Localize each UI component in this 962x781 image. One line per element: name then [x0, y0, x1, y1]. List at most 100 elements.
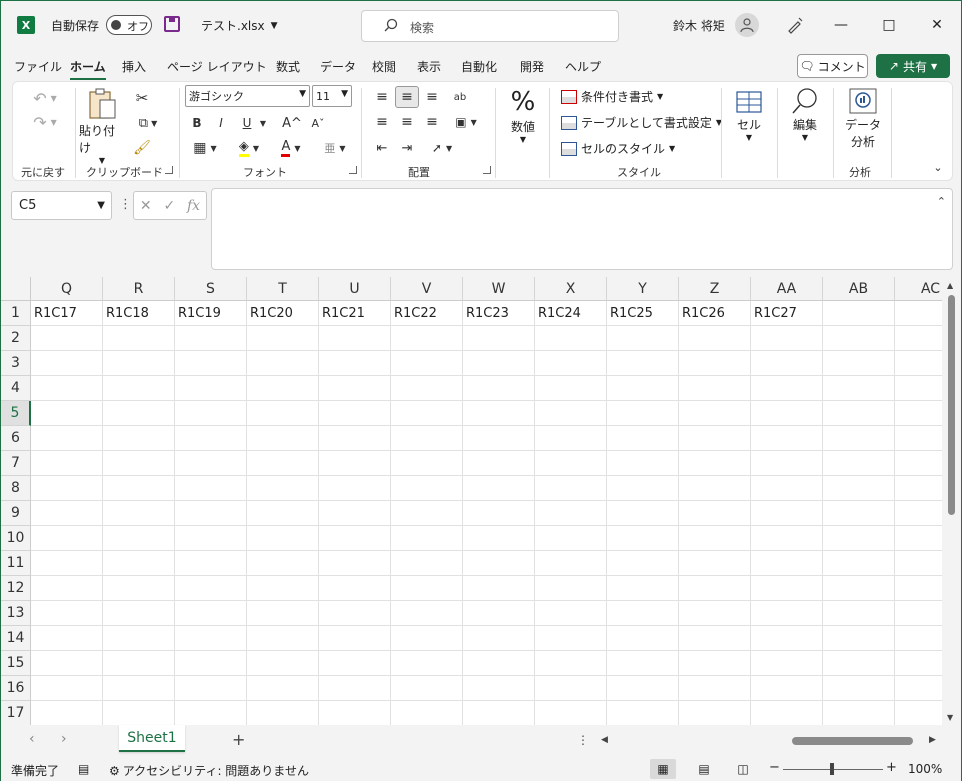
- scroll-up-icon[interactable]: ▲: [947, 281, 953, 290]
- editing-button[interactable]: 編集 ▼: [785, 86, 825, 142]
- cell[interactable]: [535, 676, 607, 701]
- cell[interactable]: [823, 401, 895, 426]
- column-header[interactable]: S: [175, 277, 247, 301]
- cell[interactable]: [103, 551, 175, 576]
- tab-data[interactable]: データ: [320, 58, 356, 75]
- cell[interactable]: [751, 351, 823, 376]
- row-header[interactable]: 8: [1, 476, 31, 501]
- paste-button[interactable]: 貼り付け ▼: [79, 88, 125, 165]
- cell[interactable]: [319, 651, 391, 676]
- cell[interactable]: [895, 501, 942, 526]
- cell[interactable]: [607, 526, 679, 551]
- cut-icon[interactable]: ✂: [131, 88, 153, 108]
- italic-button[interactable]: I: [211, 113, 231, 133]
- cell[interactable]: [895, 301, 942, 326]
- cell[interactable]: [319, 326, 391, 351]
- cell[interactable]: [391, 426, 463, 451]
- file-name[interactable]: テスト.xlsx ▼: [201, 17, 278, 34]
- cell[interactable]: [607, 576, 679, 601]
- cell[interactable]: [607, 551, 679, 576]
- cell[interactable]: [31, 426, 103, 451]
- cell[interactable]: [247, 351, 319, 376]
- cell[interactable]: [103, 601, 175, 626]
- align-top-icon[interactable]: ≡: [371, 86, 393, 108]
- cell[interactable]: [391, 626, 463, 651]
- prev-sheet-icon[interactable]: ‹: [29, 731, 35, 747]
- cell[interactable]: [319, 426, 391, 451]
- cell[interactable]: [247, 426, 319, 451]
- cell[interactable]: [463, 326, 535, 351]
- cell[interactable]: [679, 676, 751, 701]
- cell[interactable]: [751, 526, 823, 551]
- cell[interactable]: [103, 576, 175, 601]
- cell[interactable]: [679, 451, 751, 476]
- cell[interactable]: [463, 601, 535, 626]
- cell[interactable]: [175, 626, 247, 651]
- row-header[interactable]: 12: [1, 576, 31, 601]
- row-header[interactable]: 14: [1, 626, 31, 651]
- sheet-tab[interactable]: Sheet1: [119, 725, 185, 752]
- minimize-button[interactable]: —: [829, 13, 853, 37]
- cell[interactable]: [175, 576, 247, 601]
- cell[interactable]: [319, 476, 391, 501]
- cell[interactable]: [679, 651, 751, 676]
- avatar[interactable]: [735, 13, 759, 37]
- row-header[interactable]: 1: [1, 301, 31, 326]
- align-left-icon[interactable]: ≡: [371, 112, 393, 132]
- column-header[interactable]: X: [535, 277, 607, 301]
- cell[interactable]: [751, 676, 823, 701]
- cell[interactable]: [319, 576, 391, 601]
- cell[interactable]: [823, 626, 895, 651]
- column-header[interactable]: T: [247, 277, 319, 301]
- cell[interactable]: [463, 451, 535, 476]
- cell[interactable]: [895, 651, 942, 676]
- cell[interactable]: [175, 476, 247, 501]
- cell[interactable]: [31, 376, 103, 401]
- cell[interactable]: [31, 401, 103, 426]
- cell[interactable]: [679, 601, 751, 626]
- cell[interactable]: [535, 326, 607, 351]
- vertical-scroll-thumb[interactable]: [948, 295, 955, 515]
- undo-button[interactable]: ↶ ▼: [27, 88, 63, 108]
- cell[interactable]: [607, 651, 679, 676]
- cell[interactable]: [391, 326, 463, 351]
- cell[interactable]: [895, 526, 942, 551]
- row-header[interactable]: 9: [1, 501, 31, 526]
- cell[interactable]: [247, 476, 319, 501]
- cell[interactable]: [103, 501, 175, 526]
- cell[interactable]: [175, 401, 247, 426]
- cell[interactable]: [247, 501, 319, 526]
- cell[interactable]: R1C20: [247, 301, 319, 326]
- cell[interactable]: [391, 401, 463, 426]
- tab-insert[interactable]: 挿入: [122, 58, 146, 75]
- column-header[interactable]: Q: [31, 277, 103, 301]
- cell[interactable]: [823, 351, 895, 376]
- cell[interactable]: [247, 401, 319, 426]
- cell[interactable]: [607, 626, 679, 651]
- share-button[interactable]: ↗ 共有 ▼: [876, 54, 950, 78]
- cell[interactable]: [103, 351, 175, 376]
- row-header[interactable]: 6: [1, 426, 31, 451]
- cell[interactable]: R1C26: [679, 301, 751, 326]
- close-button[interactable]: ✕: [925, 13, 949, 37]
- cell[interactable]: [679, 376, 751, 401]
- format-painter-icon[interactable]: 🖌: [131, 138, 153, 158]
- cell[interactable]: [319, 351, 391, 376]
- cell[interactable]: [679, 551, 751, 576]
- cell[interactable]: [751, 651, 823, 676]
- cell[interactable]: [103, 376, 175, 401]
- cell[interactable]: [823, 301, 895, 326]
- cell[interactable]: [175, 651, 247, 676]
- macro-record-icon[interactable]: ▤: [78, 762, 89, 776]
- cell[interactable]: [247, 651, 319, 676]
- normal-view-icon[interactable]: ▦: [650, 759, 676, 779]
- cell[interactable]: R1C22: [391, 301, 463, 326]
- cell[interactable]: [895, 326, 942, 351]
- cell[interactable]: [247, 576, 319, 601]
- cell[interactable]: [319, 401, 391, 426]
- cell[interactable]: R1C18: [103, 301, 175, 326]
- tab-formulas[interactable]: 数式: [276, 58, 300, 75]
- cell[interactable]: [679, 626, 751, 651]
- chevron-up-icon[interactable]: ⌃: [937, 195, 946, 208]
- cell[interactable]: [535, 651, 607, 676]
